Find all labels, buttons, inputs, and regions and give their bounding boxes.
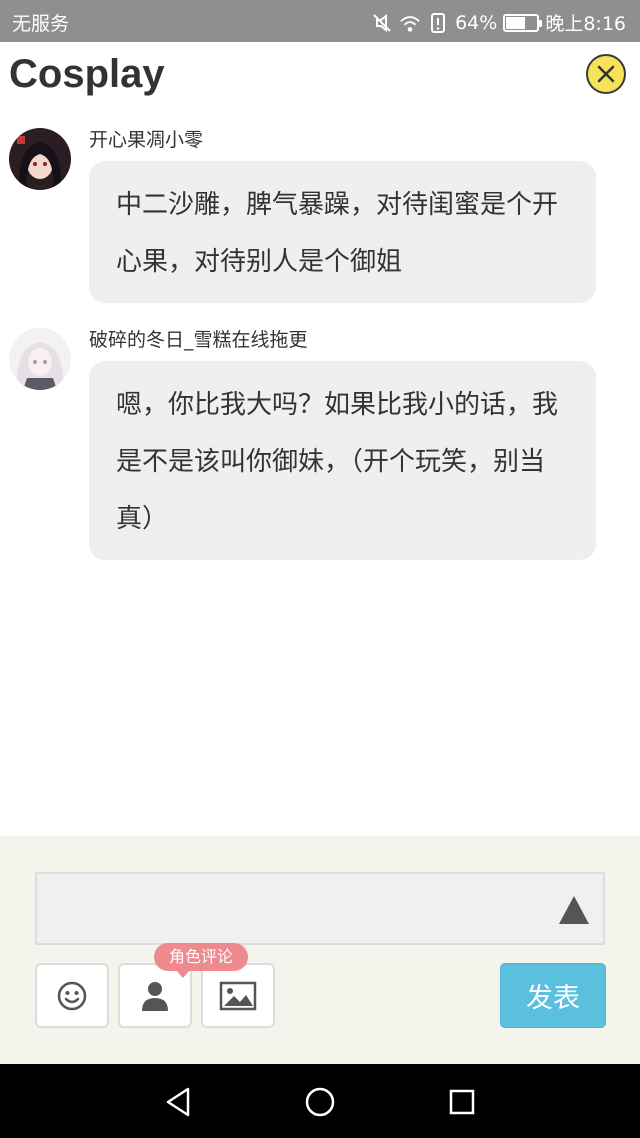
battery-icon <box>503 13 543 32</box>
clock-text: 晚上8:16 <box>545 13 626 35</box>
recents-button[interactable] <box>442 1082 482 1122</box>
close-icon <box>597 65 615 83</box>
page-title: Cosplay <box>9 52 165 96</box>
back-icon <box>166 1087 190 1117</box>
wifi-icon <box>399 12 421 34</box>
comment-author[interactable]: 开心果凋小零 <box>89 125 203 152</box>
recents-icon <box>449 1089 475 1115</box>
role-comment-tooltip: 角色评论 <box>154 943 249 978</box>
close-button[interactable] <box>586 54 626 94</box>
person-icon <box>142 981 168 1011</box>
composer-panel: 角色评论 发表 <box>0 836 640 1064</box>
alert-icon <box>427 12 449 34</box>
image-button[interactable] <box>201 963 275 1028</box>
comment-author[interactable]: 破碎的冬日_雪糕在线拖更 <box>89 325 308 352</box>
mute-icon <box>371 12 393 34</box>
comment-text: 嗯，你比我大吗？如果比我小的话，我是不是该叫你御妹，（开个玩笑，别当真） <box>89 361 596 560</box>
avatar[interactable] <box>9 328 71 390</box>
status-icons: 64% 晚上8:16 <box>371 9 626 36</box>
triangle-up-icon[interactable] <box>557 894 625 930</box>
navigation-bar <box>0 1064 640 1138</box>
home-button[interactable] <box>300 1082 340 1122</box>
emoji-button[interactable] <box>35 963 109 1028</box>
comment-text: 中二沙雕，脾气暴躁，对待闺蜜是个开心果，对待别人是个御姐 <box>89 161 596 303</box>
status-bar: 无服务 64% 晚上8:16 <box>0 0 640 42</box>
carrier-text: 无服务 <box>12 13 70 35</box>
comment-input[interactable] <box>35 872 605 945</box>
send-button[interactable]: 发表 <box>500 963 606 1028</box>
back-button[interactable] <box>158 1082 198 1122</box>
emoji-icon <box>57 981 87 1010</box>
home-icon <box>305 1087 335 1117</box>
image-icon <box>219 981 257 1010</box>
battery-percent: 64% <box>455 11 498 34</box>
avatar[interactable] <box>9 128 71 190</box>
